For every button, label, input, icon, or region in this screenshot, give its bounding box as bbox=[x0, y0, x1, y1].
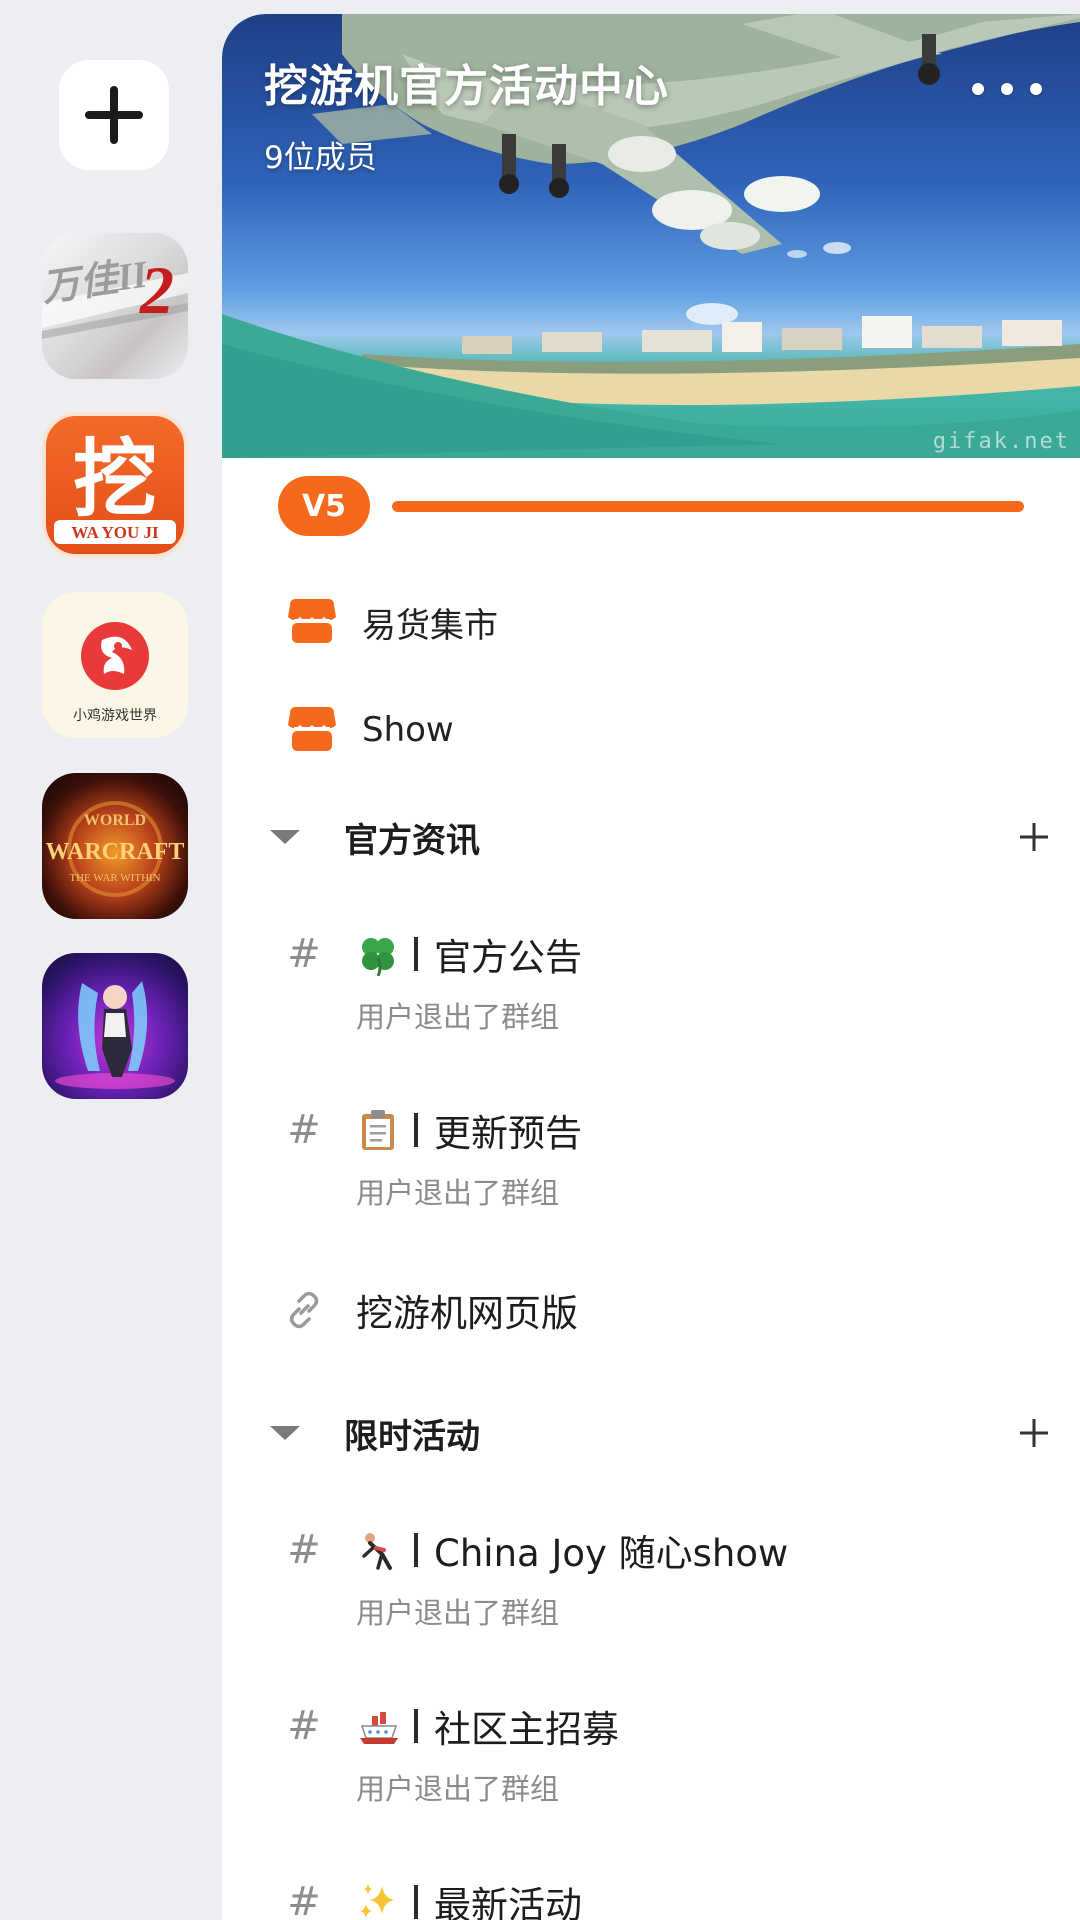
separator bbox=[414, 1709, 418, 1743]
server-2-subtitle: WA YOU JI bbox=[71, 523, 159, 542]
server-2-glyph: 挖 bbox=[73, 430, 157, 528]
server-icon-1[interactable]: 万佳II 2 bbox=[42, 233, 188, 379]
member-count[interactable]: 9位成员 bbox=[264, 132, 377, 177]
channel-name: 社区主招募 bbox=[434, 1708, 619, 1751]
svg-text:WORLD: WORLD bbox=[84, 812, 146, 829]
sparkles-icon bbox=[360, 1884, 394, 1918]
more-dot bbox=[972, 83, 984, 95]
level-progress[interactable]: V5 bbox=[278, 476, 1038, 536]
server-1-badge: 2 bbox=[139, 252, 174, 328]
link-channel-web-version[interactable]: 挖游机网页版 bbox=[284, 1280, 1044, 1340]
hash-icon: # bbox=[287, 1879, 321, 1920]
chevron-down-icon[interactable] bbox=[270, 830, 300, 844]
chevron-down-icon[interactable] bbox=[270, 1426, 300, 1440]
category-label: 限时活动 bbox=[344, 1416, 480, 1457]
hash-icon: # bbox=[287, 1107, 321, 1153]
separator bbox=[414, 1533, 418, 1567]
server-icon-4[interactable]: WORLD WARCRAFT THE WAR WITHIN bbox=[42, 773, 188, 919]
server-icon-5[interactable] bbox=[42, 953, 188, 1099]
channel-last-message: 用户退出了群组 bbox=[356, 1596, 560, 1630]
level-fill bbox=[392, 501, 1024, 512]
server-3-subtitle: 小鸡游戏世界 bbox=[73, 707, 157, 724]
separator bbox=[414, 937, 418, 971]
shop-item-show[interactable]: Show bbox=[286, 690, 1046, 770]
app-root: 万佳II 2 挖 WA YOU JI 小鸡游戏世界 WORLD WARCRAFT… bbox=[0, 0, 1080, 1920]
plus-icon bbox=[1020, 823, 1048, 851]
category-official-news[interactable]: 官方资讯 bbox=[270, 802, 1050, 872]
add-channel-button[interactable] bbox=[1018, 821, 1050, 853]
more-dot bbox=[1030, 83, 1042, 95]
more-dot bbox=[1001, 83, 1013, 95]
shop-item-label: Show bbox=[362, 710, 454, 750]
channel-last-message: 用户退出了群组 bbox=[356, 1772, 560, 1806]
channel-latest-events[interactable]: # 最新活动 bbox=[284, 1872, 1044, 1920]
channel-name: 最新活动 bbox=[434, 1884, 582, 1920]
server-title: 挖游机官方活动中心 bbox=[264, 61, 669, 112]
channel-name: China Joy 随心show bbox=[434, 1532, 789, 1575]
server-icon-3[interactable]: 小鸡游戏世界 bbox=[42, 592, 188, 738]
hash-icon: # bbox=[287, 1527, 321, 1573]
channel-update-preview[interactable]: # 更新预告 用户退出了群组 bbox=[284, 1100, 1044, 1212]
hash-icon: # bbox=[287, 1703, 321, 1749]
more-horizontal-icon[interactable] bbox=[972, 74, 1042, 104]
channel-moderator-recruit[interactable]: # 社区主招募 用户退出了群组 bbox=[284, 1696, 1044, 1808]
channel-last-message: 用户退出了群组 bbox=[356, 1000, 560, 1034]
gymnast-icon bbox=[362, 1533, 392, 1570]
shop-item-label: 易货集市 bbox=[362, 605, 498, 646]
server-4-logo-icon: WORLD WARCRAFT THE WAR WITHIN bbox=[46, 801, 185, 897]
separator bbox=[414, 1113, 418, 1147]
server-5-logo-icon bbox=[55, 981, 175, 1089]
link-icon bbox=[289, 1291, 319, 1329]
category-label: 官方资讯 bbox=[344, 820, 480, 861]
plus-icon bbox=[1020, 1419, 1048, 1447]
server-icon-2[interactable]: 挖 WA YOU JI bbox=[42, 412, 188, 558]
server-rail: 万佳II 2 挖 WA YOU JI 小鸡游戏世界 WORLD WARCRAFT… bbox=[0, 0, 222, 1920]
channel-panel: 挖游机官方活动中心 9位成员 gifak.net V5 易货集市 Show 官方… bbox=[222, 14, 1080, 1920]
server-1-logo-icon: 万佳II 2 bbox=[42, 252, 188, 339]
channel-official-announcement[interactable]: # 官方公告 用户退出了群组 bbox=[284, 924, 1044, 1036]
server-4-title: WARCRAFT bbox=[46, 839, 185, 865]
channel-name: 挖游机网页版 bbox=[356, 1292, 578, 1335]
shop-icon bbox=[288, 707, 336, 751]
plus-icon bbox=[85, 86, 143, 144]
channel-last-message: 用户退出了群组 bbox=[356, 1176, 560, 1210]
clipboard-icon bbox=[362, 1110, 394, 1150]
add-channel-button[interactable] bbox=[1018, 1417, 1050, 1449]
ship-icon bbox=[360, 1712, 398, 1744]
level-badge: V5 bbox=[278, 476, 370, 536]
server-banner: 挖游机官方活动中心 9位成员 gifak.net bbox=[222, 14, 1080, 458]
add-server-button[interactable] bbox=[59, 60, 169, 170]
channel-name: 更新预告 bbox=[434, 1112, 582, 1155]
level-track bbox=[392, 501, 1024, 512]
separator bbox=[414, 1885, 418, 1919]
channel-name: 官方公告 bbox=[434, 936, 582, 979]
svg-text:THE WAR WITHIN: THE WAR WITHIN bbox=[69, 872, 160, 884]
server-2-logo-icon: 挖 WA YOU JI bbox=[54, 430, 176, 544]
server-3-logo-icon: 小鸡游戏世界 bbox=[73, 622, 157, 724]
clover-icon bbox=[362, 938, 394, 976]
watermark: gifak.net bbox=[932, 429, 1070, 454]
shop-icon bbox=[288, 599, 336, 643]
hash-icon: # bbox=[287, 931, 321, 977]
shop-item-barter[interactable]: 易货集市 bbox=[286, 582, 1046, 662]
category-limited-events[interactable]: 限时活动 bbox=[270, 1398, 1050, 1468]
channel-china-joy[interactable]: # China Joy 随心show 用户退出了群组 bbox=[284, 1520, 1044, 1632]
